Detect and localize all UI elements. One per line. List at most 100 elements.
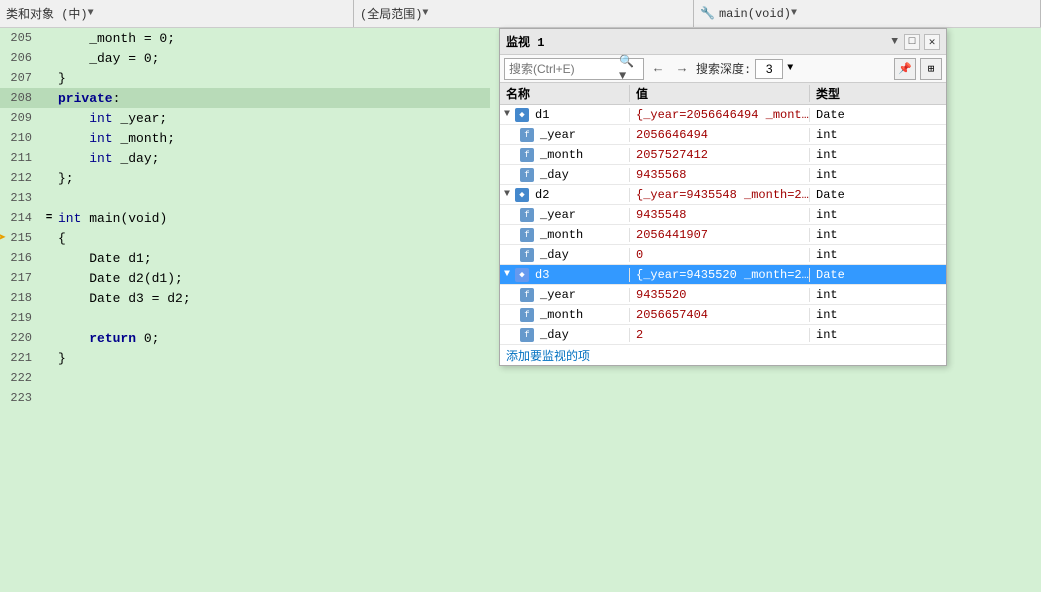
table-row: 216 Date d1; [0,248,490,268]
line-content: _month = 0; [58,31,490,46]
watch-cell-value-d3: {_year=9435520 _month=20... [630,268,810,282]
watch-cell-type: int [810,288,946,302]
line-content: { [58,231,490,246]
var-name: _day [540,248,569,262]
expand-d2-btn[interactable]: ▼ [504,189,510,200]
add-watch-item[interactable]: 添加要监视的项 [500,345,946,365]
watch-cell-name: f _month [500,228,630,242]
var-name: d3 [535,268,549,282]
watch-cell-type: int [810,248,946,262]
search-depth-input[interactable] [755,59,783,79]
line-number: 206 [0,51,40,65]
var-name: _year [540,128,576,142]
watch-table: ▼ ◆ d1 {_year=2056646494 _month... Date … [500,105,946,365]
class-dropdown[interactable]: 类和对象 (中) ▼ [0,0,354,27]
watch-row-d2[interactable]: ▼ ◆ d2 {_year=9435548 _month=20... Date [500,185,946,205]
line-number: 223 [0,391,40,405]
watch-row-d3-month[interactable]: f _month 2056657404 int [500,305,946,325]
watch-cell-value-d2: {_year=9435548 _month=20... [630,188,810,202]
line-content: int _month; [58,131,490,146]
watch-cell-name: ▼ ◆ d1 [500,108,630,122]
watch-row-d3[interactable]: ▼ ◆ d3 {_year=9435520 _month=20... Date [500,265,946,285]
search-input-container: 🔍▼ [504,58,644,80]
field-icon: f [520,148,534,162]
line-content: int _year; [58,111,490,126]
search-forward-btn[interactable]: → [672,59,692,79]
line-content: int _day; [58,151,490,166]
line-content: int main(void) [58,211,490,226]
watch-table-header: 名称 值 类型 [500,83,946,105]
table-row: 214 = int main(void) [0,208,490,228]
watch-minimize-btn[interactable]: □ [904,34,920,50]
line-marker: = [40,212,58,224]
pin-btn[interactable]: 📌 [894,58,916,80]
expand-d3-btn[interactable]: ▼ [504,269,510,280]
watch-cell-name: f _month [500,308,630,322]
watch-dropdown-btn[interactable]: ▼ [889,36,900,48]
search-icon[interactable]: 🔍▼ [619,54,639,83]
table-row: 218 Date d3 = d2; [0,288,490,308]
table-row: 221 } [0,348,490,368]
table-row: 213 [0,188,490,208]
search-back-btn[interactable]: ← [648,59,668,79]
line-number: 217 [0,271,40,285]
object-icon: ◆ [515,188,529,202]
watch-cell-name: ▼ ◆ d3 [500,268,630,282]
watch-row-d1[interactable]: ▼ ◆ d1 {_year=2056646494 _month... Date [500,105,946,125]
table-row: 210 int _month; [0,128,490,148]
watch-cell-type: int [810,148,946,162]
table-row: 209 int _year; [0,108,490,128]
watch-row-d3-year[interactable]: f _year 9435520 int [500,285,946,305]
watch-cell-value-d1: {_year=2056646494 _month... [630,108,810,122]
line-number: 208 [0,91,40,105]
class-dropdown-label: 类和对象 (中) [6,5,88,22]
watch-row-d1-month[interactable]: f _month 2057527412 int [500,145,946,165]
line-number: 218 [0,291,40,305]
search-input[interactable] [509,62,619,76]
field-icon: f [520,248,534,262]
columns-btn[interactable]: ⊞ [920,58,942,80]
watch-cell-value: 2056441907 [630,228,810,242]
scope-dropdown[interactable]: (全局范围) ▼ [354,0,694,27]
watch-close-btn[interactable]: ✕ [924,34,940,50]
watch-row-d3-day[interactable]: f _day 2 int [500,325,946,345]
watch-cell-name: f _day [500,248,630,262]
code-lines: 205 _month = 0; 206 _day = 0; 207 } 208 [0,28,490,408]
watch-row-d1-day[interactable]: f _day 9435568 int [500,165,946,185]
var-name: d1 [535,108,549,122]
watch-row-d1-year[interactable]: f _year 2056646494 int [500,125,946,145]
table-row: 208 private: [0,88,490,108]
watch-cell-value: 2057527412 [630,148,810,162]
watch-title: 监视 1 [506,33,544,50]
watch-cell-type: int [810,208,946,222]
watch-cell-value: 9435520 [630,288,810,302]
line-content: _day = 0; [58,51,490,66]
watch-cell-type-d2: Date [810,188,946,202]
table-row: 222 [0,368,490,388]
col-header-name: 名称 [500,85,630,102]
watch-cell-value: 2 [630,328,810,342]
add-watch-label: 添加要监视的项 [506,347,590,364]
table-row: 205 _month = 0; [0,28,490,48]
watch-title-bar: 监视 1 ▼ □ ✕ [500,29,946,55]
watch-cell-value: 0 [630,248,810,262]
table-row: 212 }; [0,168,490,188]
line-content: } [58,71,490,86]
line-number: 211 [0,151,40,165]
scope-dropdown-arrow: ▼ [422,8,428,19]
depth-dropdown-arrow[interactable]: ▼ [787,63,793,74]
field-icon: f [520,228,534,242]
watch-cell-name: ▼ ◆ d2 [500,188,630,202]
line-number: 210 [0,131,40,145]
line-content: Date d1; [58,251,490,266]
var-name: d2 [535,188,549,202]
expand-d1-btn[interactable]: ▼ [504,109,510,120]
var-name: _month [540,228,583,242]
watch-row-d2-day[interactable]: f _day 0 int [500,245,946,265]
field-icon: f [520,168,534,182]
function-dropdown[interactable]: 🔧 main(void) ▼ [694,0,1041,27]
watch-row-d2-year[interactable]: f _year 9435548 int [500,205,946,225]
table-row: 207 } [0,68,490,88]
watch-row-d2-month[interactable]: f _month 2056441907 int [500,225,946,245]
table-row: 219 [0,308,490,328]
